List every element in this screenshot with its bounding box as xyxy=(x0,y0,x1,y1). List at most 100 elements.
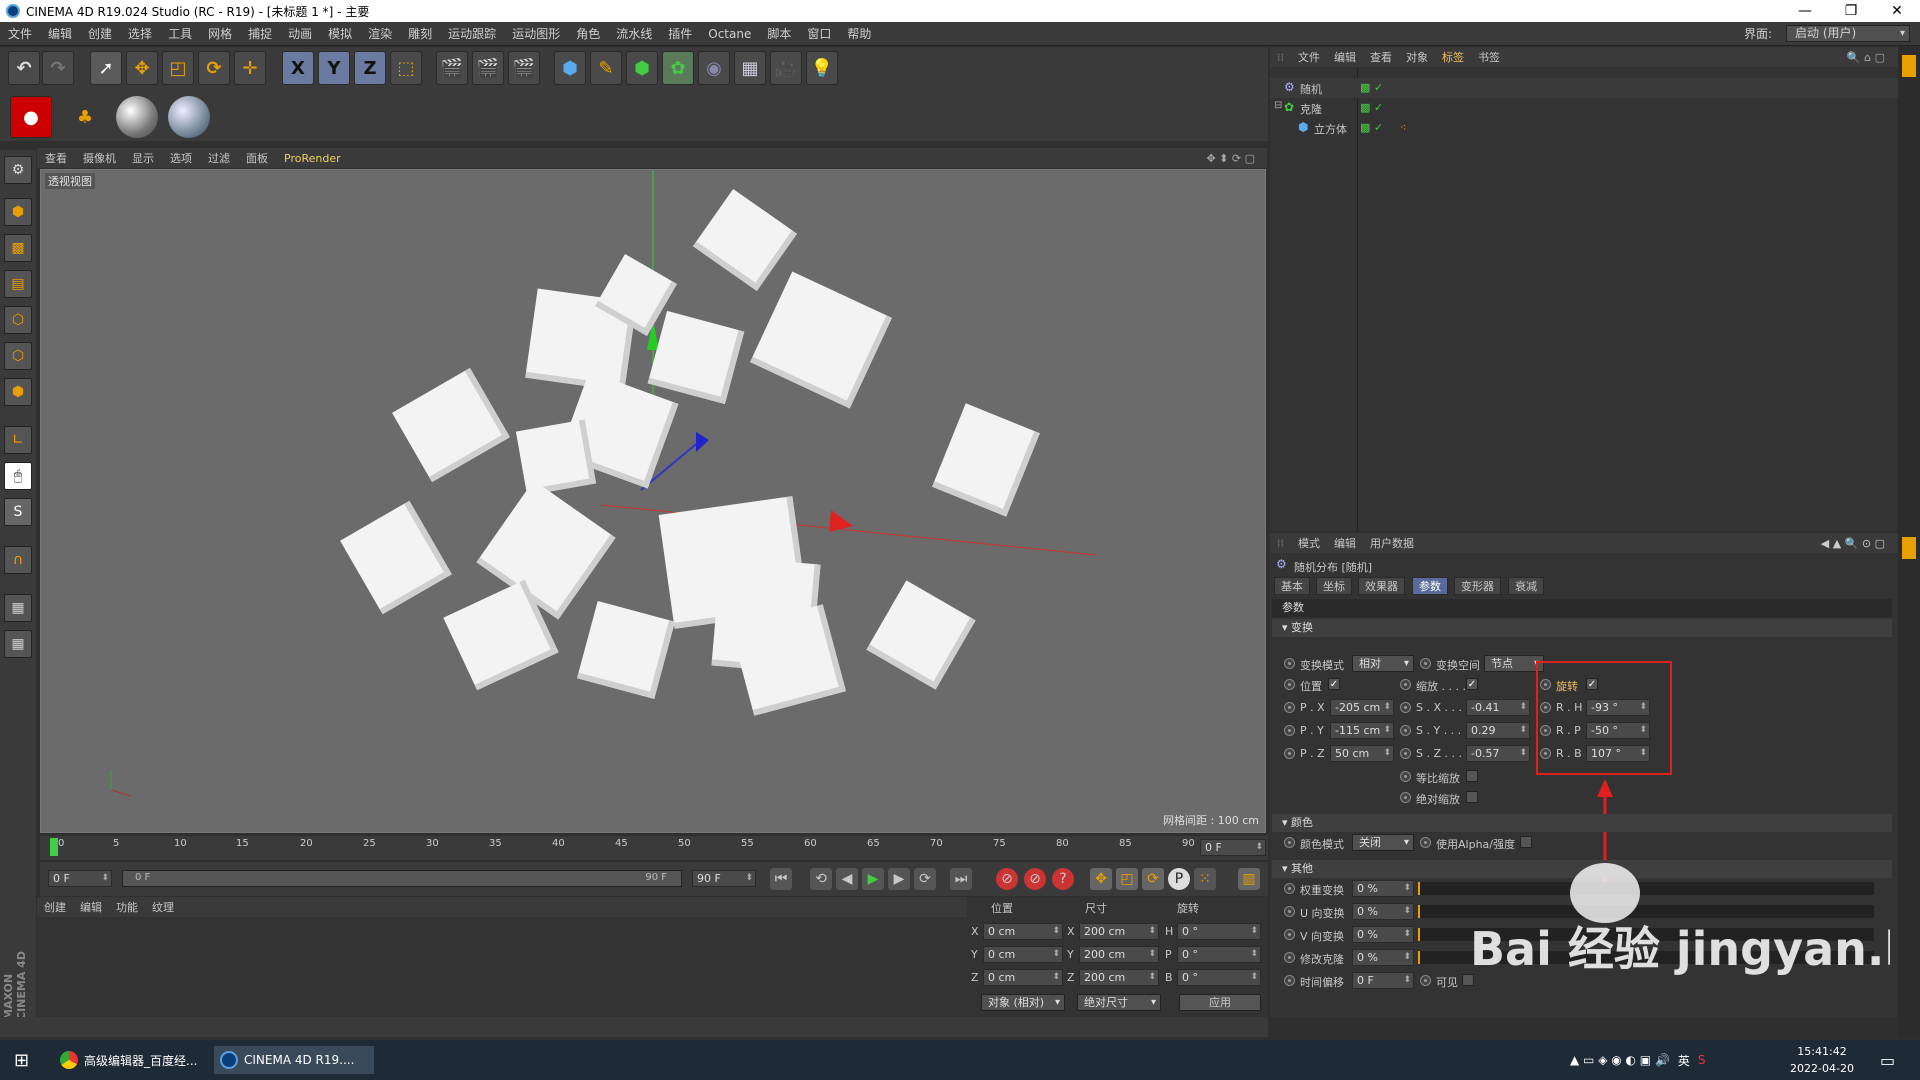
anim-radio[interactable] xyxy=(1284,748,1295,759)
play-icon[interactable]: ▶ xyxy=(862,868,884,890)
taskbar-clock[interactable]: 15:41:42 2022-04-20 xyxy=(1782,1043,1862,1077)
menu-character[interactable]: 角色 xyxy=(568,25,608,42)
sz-field[interactable]: -0.57 xyxy=(1466,745,1530,762)
timeline-window-icon[interactable]: ▥ xyxy=(1238,868,1260,890)
key-scale-icon[interactable]: ◰ xyxy=(1116,868,1138,890)
attr-nav-icons[interactable]: ◀ ▲ 🔍 ⊙ ▢ xyxy=(1814,537,1892,550)
layout-select[interactable]: 启动 (用户) xyxy=(1786,25,1910,42)
anim-radio[interactable] xyxy=(1420,658,1431,669)
select-cursor-icon[interactable]: ➚ xyxy=(90,51,122,85)
timeline-ruler[interactable]: 0 5 10 15 20 25 30 35 40 45 50 55 60 65 … xyxy=(40,836,1268,860)
viewport-menu-panel[interactable]: 面板 xyxy=(238,150,276,166)
sy-field[interactable]: 0.29 xyxy=(1466,722,1530,739)
viewport-menu-view[interactable]: 查看 xyxy=(37,150,75,166)
menu-create[interactable]: 创建 xyxy=(80,25,120,42)
position-z-field[interactable]: 0 cm xyxy=(983,969,1063,986)
size-z-field[interactable]: 200 cm xyxy=(1079,969,1159,986)
visible-checkbox[interactable] xyxy=(1462,974,1474,986)
notification-icon[interactable]: ▭ xyxy=(1880,1046,1895,1074)
modify-clone-slider[interactable] xyxy=(1418,951,1874,964)
attr-menu-edit[interactable]: 编辑 xyxy=(1327,535,1363,551)
snap-icon[interactable]: S xyxy=(4,498,32,526)
apply-button[interactable]: 应用 xyxy=(1179,994,1261,1011)
use-alpha-checkbox[interactable] xyxy=(1520,836,1532,848)
minimize-button[interactable]: — xyxy=(1782,0,1828,22)
object-menu-edit[interactable]: 编辑 xyxy=(1327,49,1363,65)
object-row-cloner[interactable]: ⊟ ✿ 克隆 ▩ ✓ xyxy=(1270,98,1898,118)
end-frame-field[interactable]: 90 F xyxy=(692,870,756,887)
anim-radio[interactable] xyxy=(1284,906,1295,917)
size-x-field[interactable]: 200 cm xyxy=(1079,923,1159,940)
rotation-b-field[interactable]: 0 ° xyxy=(1177,969,1261,986)
transform-mode-select[interactable]: 相对 xyxy=(1352,655,1414,672)
tweak-mode-icon[interactable]: 🖱 xyxy=(4,462,32,490)
floor-scene-icon[interactable]: ▦ xyxy=(734,51,766,85)
material-menu-create[interactable]: 创建 xyxy=(37,899,73,915)
material-menu-function[interactable]: 功能 xyxy=(109,899,145,915)
subdivision-icon[interactable]: ⬢ xyxy=(626,51,658,85)
anim-radio[interactable] xyxy=(1284,975,1295,986)
material-tag-icon[interactable]: ⁖ xyxy=(1400,121,1406,134)
menu-sculpt[interactable]: 雕刻 xyxy=(400,25,440,42)
go-to-start-icon[interactable]: ⏮ xyxy=(770,868,792,890)
deformer-icon[interactable]: ◉ xyxy=(698,51,730,85)
model-mode-icon[interactable]: ⬢ xyxy=(4,198,32,226)
playhead[interactable] xyxy=(50,838,58,856)
viewport-menu-filter[interactable]: 过滤 xyxy=(200,150,238,166)
transform-space-select[interactable]: 节点 xyxy=(1484,655,1544,672)
key-position-icon[interactable]: ✥ xyxy=(1090,868,1112,890)
next-frame-icon[interactable]: ▶ xyxy=(888,868,910,890)
move-icon[interactable]: ✥ xyxy=(126,51,158,85)
taskbar-app-chrome[interactable]: 高级编辑器_百度经... xyxy=(60,1046,210,1074)
render-settings-icon[interactable]: 🎬 xyxy=(508,51,540,85)
time-offset-field[interactable]: 0 F xyxy=(1352,972,1414,989)
undo-icon[interactable]: ↶ xyxy=(8,51,40,85)
cloner-icon[interactable]: ✿ xyxy=(662,51,694,85)
size-y-field[interactable]: 200 cm xyxy=(1079,946,1159,963)
sogou-icon[interactable]: S xyxy=(1698,1053,1706,1067)
previous-key-icon[interactable]: ⟲ xyxy=(810,868,832,890)
collapse-icon[interactable]: ⊟ xyxy=(1274,100,1282,111)
maximize-button[interactable]: ❐ xyxy=(1828,0,1874,22)
octane-render-icon[interactable]: ● xyxy=(10,96,52,138)
visibility-check-icon[interactable]: ▩ ✓ xyxy=(1360,81,1383,94)
tab-basic[interactable]: 基本 xyxy=(1274,577,1310,595)
u-field[interactable]: 0 % xyxy=(1352,903,1414,920)
frame-range-slider[interactable]: 0 F 90 F xyxy=(122,870,682,887)
side-tab-objects[interactable] xyxy=(1902,55,1916,77)
rotate-icon[interactable]: ⟳ xyxy=(198,51,230,85)
system-tray[interactable]: ▲ ▭ ◈ ◉ ◐ ▣ 🔊 英 S xyxy=(1570,1046,1706,1074)
color-mode-select[interactable]: 关闭 xyxy=(1352,834,1414,851)
keyframe-selection-icon[interactable]: ? xyxy=(1052,868,1074,890)
previous-frame-icon[interactable]: ◀ xyxy=(836,868,858,890)
side-tab-attributes[interactable] xyxy=(1902,537,1916,559)
object-menu-tags[interactable]: 标签 xyxy=(1435,49,1471,65)
render-view-icon[interactable]: 🎬 xyxy=(436,51,468,85)
go-to-end-icon[interactable]: ⏭ xyxy=(950,868,972,890)
workplane-align-icon[interactable]: ▦ xyxy=(4,630,32,658)
sx-field[interactable]: -0.41 xyxy=(1466,699,1530,716)
cube-primitive-icon[interactable]: ⬢ xyxy=(554,51,586,85)
visibility-check-icon[interactable]: ▩ ✓ xyxy=(1360,101,1383,114)
anim-radio[interactable] xyxy=(1284,679,1295,690)
anim-radio[interactable] xyxy=(1284,702,1295,713)
object-menu-view[interactable]: 查看 xyxy=(1363,49,1399,65)
menu-tools[interactable]: 工具 xyxy=(160,25,200,42)
texture-mode-icon[interactable]: ▩ xyxy=(4,234,32,262)
menu-script[interactable]: 脚本 xyxy=(759,25,799,42)
px-field[interactable]: -205 cm xyxy=(1330,699,1394,716)
menu-mograph[interactable]: 运动图形 xyxy=(504,25,568,42)
menu-simulate[interactable]: 模拟 xyxy=(320,25,360,42)
menu-help[interactable]: 帮助 xyxy=(839,25,879,42)
menu-pipeline[interactable]: 流水线 xyxy=(608,25,660,42)
viewport-menu-options[interactable]: 选项 xyxy=(162,150,200,166)
menu-edit[interactable]: 编辑 xyxy=(40,25,80,42)
close-button[interactable]: ✕ xyxy=(1874,0,1920,22)
workplane-mode-icon[interactable]: ▤ xyxy=(4,270,32,298)
pen-spline-icon[interactable]: ✎ xyxy=(590,51,622,85)
axis-mode-icon[interactable]: ∟ xyxy=(4,426,32,454)
anim-radio[interactable] xyxy=(1400,725,1411,736)
polygons-mode-icon[interactable]: ⬢ xyxy=(4,378,32,406)
material-menu-edit[interactable]: 编辑 xyxy=(73,899,109,915)
menu-render[interactable]: 渲染 xyxy=(360,25,400,42)
